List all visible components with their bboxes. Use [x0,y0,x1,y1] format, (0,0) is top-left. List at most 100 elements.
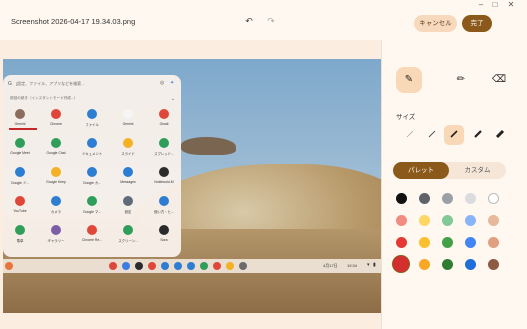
color-swatch[interactable] [418,236,430,248]
files-icon[interactable] [161,262,169,270]
color-swatch[interactable] [441,192,453,204]
search-placeholder: [設定、ファイル、アプリなどを検索... [16,81,85,86]
size-option-5[interactable] [490,125,510,145]
color-swatch[interactable] [395,236,407,248]
app-icon [51,109,61,119]
app-icon [51,196,61,206]
app-tile[interactable]: Gmail [151,109,177,135]
size-option-3[interactable] [444,125,464,145]
color-swatch[interactable] [464,192,476,204]
app-tile[interactable]: 使い方・ヒ... [151,196,177,222]
shelf-date[interactable]: 4月17日 [323,263,338,269]
app-label: Messages [120,180,136,184]
app-icon [51,225,61,235]
app-tile[interactable]: Google Chat [43,138,69,164]
color-swatch[interactable] [487,258,499,270]
app-tile[interactable]: Gemini [7,109,33,135]
app-tile[interactable]: Google Meet [7,138,33,164]
size-option-1[interactable] [400,125,420,145]
color-swatch[interactable] [395,214,407,226]
app-tile[interactable]: カメラ [43,196,69,222]
color-swatch[interactable] [395,192,407,204]
color-swatch[interactable] [487,214,499,226]
gmail-icon[interactable] [148,262,156,270]
pen-tool[interactable]: ✎ [396,67,422,93]
wifi-icon[interactable]: ▾ [367,262,370,268]
cancel-button[interactable]: キャンセル [414,15,457,32]
tab-custom[interactable]: カスタム [449,162,506,179]
color-swatch[interactable] [464,258,476,270]
title-bar: Screenshot 2026-04-17 19.34.03.png ↶ ↷ キ… [0,0,527,40]
minimize-icon[interactable]: – [476,0,486,9]
app-tile[interactable]: Google カ... [79,167,105,193]
color-swatch[interactable] [487,192,499,204]
app-tile[interactable]: Gemini [115,109,141,135]
continue-section[interactable]: 前回の続き（インスタントモード作成...） ⌄ [10,96,175,102]
color-swatch[interactable] [418,258,430,270]
docs-icon[interactable] [174,262,182,270]
gemini-icon[interactable] [122,262,130,270]
messages-icon[interactable] [187,262,195,270]
app-tile[interactable]: NotebookLM [151,167,177,193]
redo-icon[interactable]: ↷ [266,16,276,26]
color-swatch[interactable] [487,236,499,248]
color-swatch[interactable] [464,214,476,226]
close-icon[interactable]: ✕ [506,0,516,9]
app-tile[interactable]: ファイル [79,109,105,135]
color-swatch[interactable] [418,192,430,204]
app-label: カメラ [50,210,62,214]
app-tile[interactable]: Chrome Re... [79,225,105,251]
assistant-icon[interactable]: ✦ [170,80,174,86]
app-tile[interactable]: Google Keep [43,167,69,193]
battery-icon[interactable]: ▮ [373,262,376,268]
app-label: Google ド... [10,181,30,185]
undo-icon[interactable]: ↶ [244,16,254,26]
app-tile[interactable]: スプレッド... [151,138,177,164]
app-tile[interactable]: ドキュメント [79,138,105,164]
app-tile[interactable]: Chrome [43,109,69,135]
canvas-area[interactable]: G [設定、ファイル、アプリなどを検索... ◎ ✦ 前回の続き（インスタントモ… [0,40,381,329]
app-label: 電卓 [16,239,24,243]
chrome-icon[interactable] [109,262,117,270]
color-swatch[interactable] [393,256,409,272]
color-swatch[interactable] [418,214,430,226]
lens-icon[interactable]: ◎ [160,80,164,86]
app-icon [15,167,25,177]
app-tile[interactable]: Sora [151,225,177,251]
launcher-icon[interactable] [5,262,13,270]
maximize-icon[interactable]: □ [490,0,500,9]
app-tile[interactable]: 電卓 [7,225,33,251]
drive-icon[interactable] [226,262,234,270]
youtube-icon[interactable] [213,262,221,270]
app-tile[interactable]: ギャラリー [43,225,69,251]
app-tile[interactable]: 設定 [115,196,141,222]
app-icon [123,138,133,148]
size-option-4[interactable] [468,125,488,145]
app-icon [123,225,133,235]
app-tile[interactable]: スクリーン... [115,225,141,251]
app-label: Google カ... [82,181,102,185]
app-tile[interactable]: Google マ... [79,196,105,222]
marker-tool[interactable]: ✏ [448,67,474,93]
app-tile[interactable]: スライド [115,138,141,164]
size-option-2[interactable] [422,125,442,145]
app-tile[interactable]: YouTube [7,196,33,222]
tool-panel: ✎ ✏ ⌫ サイズ パレット カスタム [381,40,527,329]
app-tile[interactable]: Google ド... [7,167,33,193]
eraser-tool[interactable]: ⌫ [486,67,512,93]
shelf-time[interactable]: 19:34 [347,263,357,268]
color-swatch[interactable] [441,236,453,248]
color-swatch[interactable] [464,236,476,248]
color-swatch[interactable] [441,214,453,226]
meet-icon[interactable] [200,262,208,270]
launcher-search[interactable]: G [設定、ファイル、アプリなどを検索... ◎ ✦ [8,79,178,91]
notebooklm-icon[interactable] [135,262,143,270]
done-button[interactable]: 完了 [462,15,492,32]
chevron-down-icon[interactable]: ⌄ [171,96,175,102]
terminal-icon[interactable] [239,262,247,270]
app-icon [123,167,133,177]
tab-palette[interactable]: パレット [393,162,449,179]
app-icon [159,138,169,148]
color-swatch[interactable] [441,258,453,270]
app-tile[interactable]: Messages [115,167,141,193]
